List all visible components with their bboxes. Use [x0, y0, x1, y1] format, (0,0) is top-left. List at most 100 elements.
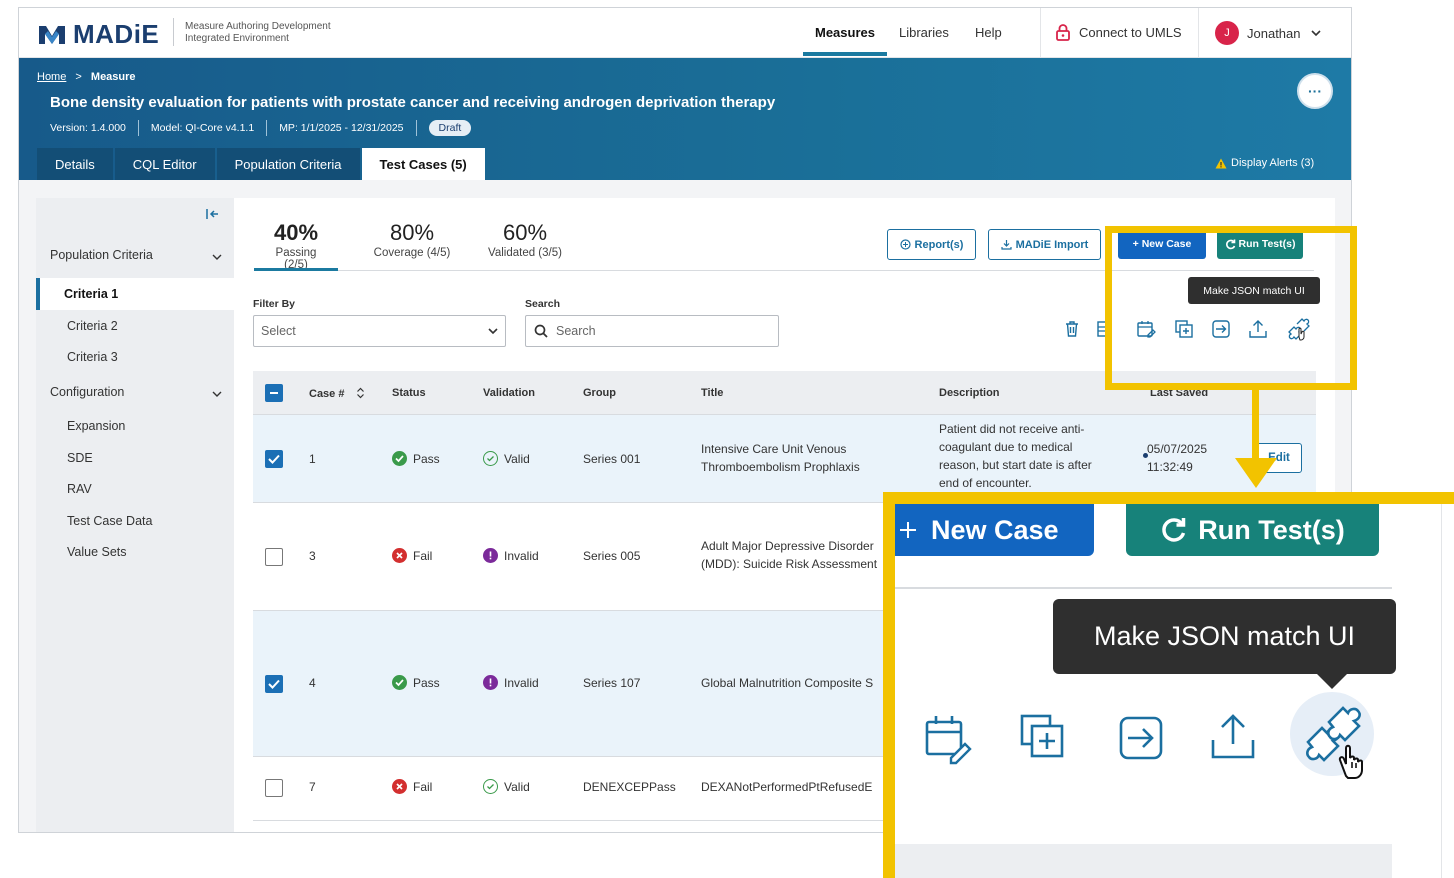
title-line: Adult Major Depressive Disorder	[701, 539, 874, 553]
nav-help[interactable]: Help	[975, 25, 1002, 40]
row-checkbox[interactable]	[265, 548, 283, 566]
reports-label: Report(s)	[914, 238, 964, 251]
more-actions-button[interactable]: ···	[1297, 73, 1333, 109]
column-header-group[interactable]: Group	[583, 387, 616, 399]
breadcrumb-home[interactable]: Home	[37, 71, 66, 83]
stat-active-indicator	[254, 268, 338, 271]
zoom-table-header	[895, 844, 1392, 878]
column-header-title[interactable]: Title	[701, 387, 723, 399]
last-saved-cell: 05/07/2025 11:32:49	[1143, 440, 1207, 476]
export-icon[interactable]	[1113, 710, 1169, 766]
puzzle-icon[interactable]	[1300, 702, 1380, 782]
sidebar-group-label: Configuration	[50, 385, 125, 399]
measure-version: Version: 1.4.000	[50, 122, 126, 134]
search-icon	[534, 324, 548, 338]
calendar-edit-icon[interactable]	[919, 710, 975, 766]
ellipsis-icon: ···	[1308, 83, 1322, 99]
validation-cell: Valid	[483, 778, 530, 796]
select-all-checkbox[interactable]	[265, 384, 283, 402]
description-cell: Patient did not receive anti-coagulant d…	[939, 420, 1092, 492]
copy-add-icon[interactable]	[1016, 710, 1072, 766]
zoom-new-case-button[interactable]: New Case	[895, 504, 1094, 556]
status-cell: Fail	[392, 778, 432, 796]
search-input[interactable]: Search	[525, 315, 779, 347]
table-row[interactable]: 1 Pass Valid Series 001 Intensive Care U…	[253, 415, 1316, 503]
sidebar-item-expansion[interactable]: Expansion	[67, 419, 125, 433]
invalid-icon	[483, 675, 498, 690]
case-number: 7	[309, 780, 316, 794]
plus-icon	[900, 522, 916, 538]
zoom-new-case-label: New Case	[931, 514, 1059, 545]
row-checkbox[interactable]	[265, 450, 283, 468]
tab-population-criteria[interactable]: Population Criteria	[216, 148, 360, 180]
validation-cell: Invalid	[483, 674, 539, 692]
sidebar-item-criteria-3[interactable]: Criteria 3	[67, 350, 118, 364]
logo-subtitle-line-2: Integrated Environment	[185, 33, 289, 44]
sidebar-group-population-criteria[interactable]: Population Criteria	[50, 248, 222, 262]
status-text: Pass	[413, 452, 440, 466]
column-header-validation[interactable]: Validation	[483, 387, 535, 399]
zoom-run-tests-button[interactable]: Run Test(s)	[1126, 504, 1379, 556]
madie-logo[interactable]: MADiE	[37, 19, 159, 50]
breadcrumb-separator: >	[75, 71, 82, 83]
column-header-status[interactable]: Status	[392, 387, 426, 399]
user-menu[interactable]: J Jonathan	[1215, 21, 1321, 45]
nav-separator	[1040, 8, 1041, 58]
sidebar-group-configuration[interactable]: Configuration	[50, 385, 222, 399]
title-cell: Global Malnutrition Composite S	[701, 676, 874, 690]
tab-test-cases[interactable]: Test Cases (5)	[361, 148, 485, 180]
reports-button[interactable]: Report(s)	[887, 229, 976, 260]
zoom-divider	[895, 587, 1392, 589]
tab-cql-editor[interactable]: CQL Editor	[114, 148, 215, 180]
validation-cell: Valid	[483, 450, 530, 468]
trash-icon[interactable]	[1061, 318, 1083, 340]
nav-measures[interactable]: Measures	[815, 25, 875, 40]
nav-active-indicator	[803, 52, 887, 56]
row-checkbox[interactable]	[265, 675, 283, 693]
column-header-description[interactable]: Description	[939, 387, 1000, 399]
nav-libraries[interactable]: Libraries	[899, 25, 949, 40]
logo-subtitle-line-1: Measure Authoring Development	[185, 21, 331, 32]
sidebar-item-criteria-1[interactable]: Criteria 1	[64, 287, 118, 301]
validation-text: Invalid	[504, 549, 539, 563]
sort-icon	[356, 387, 364, 399]
check-icon	[268, 679, 280, 689]
title-cell: Intensive Care Unit Venous Thromboembolis…	[701, 440, 860, 476]
stat-label: Coverage (4/5)	[373, 247, 451, 259]
status-text: Pass	[413, 676, 440, 690]
breadcrumb-current: Measure	[90, 71, 136, 83]
column-header-label: Case #	[309, 388, 345, 400]
stat-passing[interactable]: 40% Passing (2/5)	[264, 220, 328, 271]
chevron-down-icon	[212, 391, 222, 397]
row-checkbox[interactable]	[265, 779, 283, 797]
column-header-case[interactable]: Case #	[309, 387, 365, 400]
description-line: coagulant due to medical	[939, 440, 1073, 454]
status-text: Fail	[413, 549, 433, 563]
filter-select[interactable]: Select	[253, 315, 506, 347]
measure-model: Model: QI-Core v4.1.1	[150, 122, 255, 134]
sidebar-item-test-case-data[interactable]: Test Case Data	[67, 514, 152, 528]
case-number: 3	[309, 549, 316, 563]
pass-icon	[392, 675, 407, 690]
sidebar-item-criteria-2[interactable]: Criteria 2	[67, 319, 118, 333]
measure-period: MP: 1/1/2025 - 12/31/2025	[279, 122, 404, 134]
left-sidebar: Population Criteria Criteria 1 Criteria …	[36, 198, 234, 832]
import-label: MADiE Import	[1015, 238, 1089, 251]
sidebar-item-sde[interactable]: SDE	[67, 451, 93, 465]
logo-text: MADiE	[73, 19, 160, 49]
title-line: Intensive Care Unit Venous	[701, 442, 847, 456]
stat-coverage[interactable]: 80% Coverage (4/5)	[367, 220, 457, 259]
tab-details[interactable]: Details	[37, 148, 113, 180]
display-alerts-button[interactable]: Display Alerts (3)	[1215, 157, 1314, 169]
description-line: end of encounter.	[939, 476, 1032, 490]
stat-validated[interactable]: 60% Validated (3/5)	[480, 220, 570, 259]
filter-label: Filter By	[253, 298, 296, 310]
connect-umls-button[interactable]: Connect to UMLS	[1055, 23, 1182, 41]
sidebar-item-rav[interactable]: RAV	[67, 482, 92, 496]
chevron-down-icon	[1310, 30, 1321, 37]
upload-icon[interactable]	[1205, 710, 1261, 766]
sidebar-item-value-sets[interactable]: Value Sets	[67, 545, 127, 559]
madie-import-button[interactable]: MADiE Import	[988, 229, 1101, 260]
collapse-sidebar-icon[interactable]	[206, 208, 220, 220]
zoom-run-tests-label: Run Test(s)	[1198, 514, 1345, 545]
